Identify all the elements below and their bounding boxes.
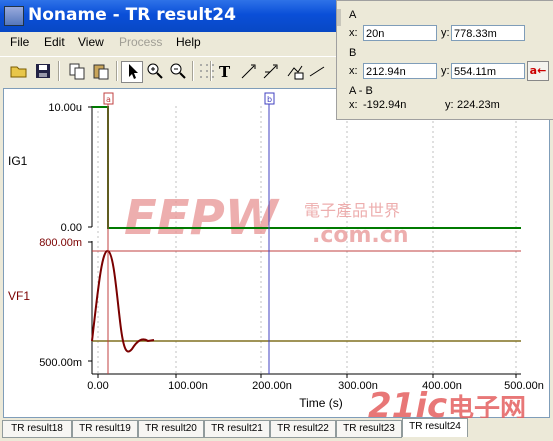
cursor-a-icon[interactable] [238,61,260,83]
cursor-a-x-field[interactable]: 20n [363,25,437,41]
cursor-diff-x-value: -192.94n [363,99,407,111]
copy-icon[interactable] [66,61,88,83]
pointer-icon[interactable] [121,61,143,83]
vf1-panel: 800.00m 500.00m VF1 [8,237,521,374]
tab-tr-result18[interactable]: TR result18 [2,420,72,438]
cursor-a-y-label: y: [441,27,450,39]
window-title: Noname - TR result24 [28,5,236,25]
zoom-out-icon[interactable] [167,61,189,83]
fx-icon[interactable] [284,61,306,83]
cursor-b-tag: b [267,95,272,104]
menu-help[interactable]: Help [176,35,201,49]
cursor-a-group: A x: 20n y: 778.33m [341,9,548,45]
cursor-b-icon[interactable] [260,61,282,83]
tab-tr-result24[interactable]: TR result24 [402,418,468,437]
toolbar-separator [192,61,194,81]
x-axis-title: Time (s) [299,396,343,410]
vf1-ybot-label: 500.00m [39,357,82,369]
line-tool-icon[interactable] [306,61,328,83]
plot-area[interactable]: EEPW 電子產品世界 .com.cn 10.00u 0.00 IG1 800.… [3,88,550,418]
cursor-b-x-field[interactable]: 212.94n [363,63,437,79]
cursor-a-y-field[interactable]: 778.33m [451,25,525,41]
cursor-diff-y-label: y: [445,99,454,111]
tab-tr-result21[interactable]: TR result21 [204,420,270,438]
cursor-diff-header: A - B [347,85,375,97]
eepw-watermark: EEPW 電子產品世界 .com.cn [124,190,409,248]
cursor-diff-group: A - B x: -192.94n y: 224.23m [341,85,548,115]
ig1-trace-label: IG1 [8,154,28,168]
cursor-b-header: B [347,47,359,59]
swap-cursor-button[interactable]: a← [527,61,549,81]
cursor-a-x-label: x: [349,27,358,39]
ig1-ytop-label: 10.00u [48,102,82,114]
cursor-a-header: A [347,9,359,21]
menu-file[interactable]: File [10,35,29,49]
paste-icon[interactable] [90,61,112,83]
cursor-diff-y-value: 224.23m [457,99,500,111]
tab-tr-result22[interactable]: TR result22 [270,420,336,438]
tab-tr-result19[interactable]: TR result19 [72,420,138,438]
open-icon[interactable] [8,61,30,83]
menu-edit[interactable]: Edit [44,35,65,49]
toolbar-separator [58,61,60,81]
cursor-readout-panel: A x: 20n y: 778.33m B x: 212.94n y: 554.… [336,0,553,120]
menu-process: Process [119,35,163,49]
cursor-b-group: B x: 212.94n y: 554.11m [341,47,548,83]
cursor-diff-x-label: x: [349,99,358,111]
watermark-main: EEPW [124,190,280,246]
cursor-b-y-label: y: [441,65,450,77]
x-tick-label: 200.00n [252,380,292,392]
watermark-cn: 電子產品世界 [304,201,400,220]
tab-tr-result23[interactable]: TR result23 [336,420,402,438]
watermark-url: .com.cn [312,223,409,248]
ig1-ybot-label: 0.00 [61,222,82,234]
vf1-trace [91,249,155,353]
save-icon[interactable] [32,61,54,83]
zoom-in-icon[interactable] [144,61,166,83]
cursor-a-tag: a [106,95,111,104]
svg-text:T: T [219,63,231,80]
cursor-b-y-field[interactable]: 554.11m [451,63,525,79]
cursor-b-x-label: x: [349,65,358,77]
cursor-a[interactable]: a [103,92,114,374]
menu-view[interactable]: View [78,35,104,49]
app-icon [4,6,24,26]
x-tick-label: 100.00n [168,380,208,392]
vf1-trace-label: VF1 [8,289,30,303]
tab-tr-result20[interactable]: TR result20 [138,420,204,438]
toolbar-separator [116,61,118,81]
toolbar-separator [210,61,212,81]
x-tick-label: 0.00 [87,380,108,392]
vf1-ytop-label: 800.00m [39,237,82,249]
text-tool-icon[interactable]: T [214,61,236,83]
result-tabs: TR result18 TR result19 TR result20 TR r… [0,418,553,441]
